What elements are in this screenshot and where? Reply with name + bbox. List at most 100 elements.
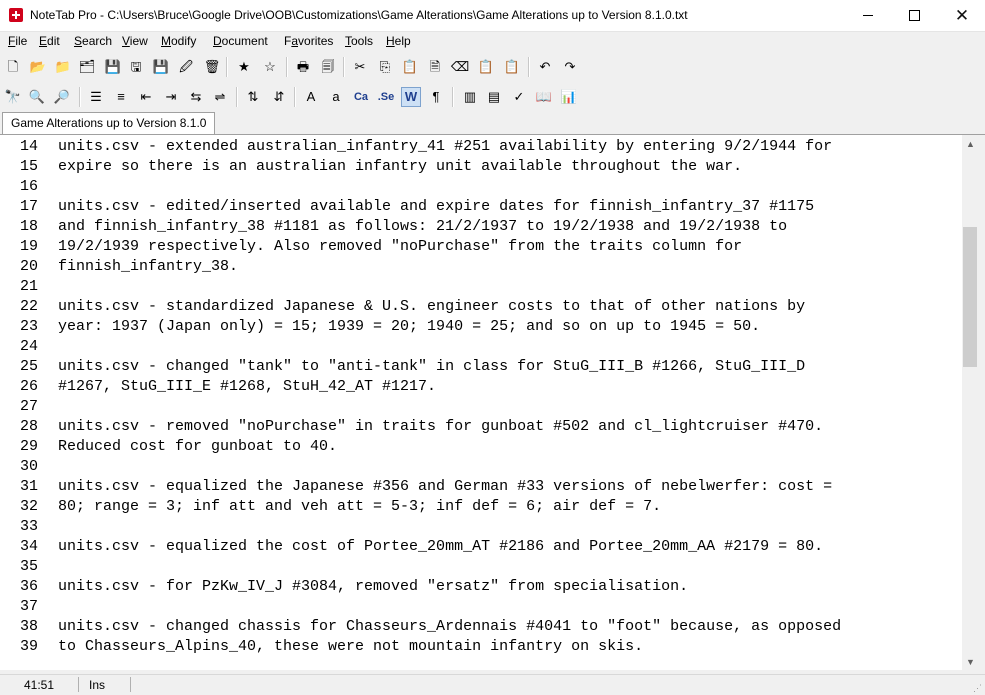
editor-line[interactable]: 36 units.csv - for PzKw_IV_J #3084, remov… — [0, 577, 962, 597]
menu-edit[interactable]: Edit — [39, 34, 60, 48]
indent-icon[interactable]: ⇥ — [162, 88, 180, 106]
editor-line[interactable]: 14 units.csv - extended australian_infant… — [0, 137, 962, 157]
eraser-icon[interactable]: ⌫ — [451, 58, 469, 76]
sort-descending-icon[interactable]: ⇵ — [270, 88, 288, 106]
editor-line[interactable]: 23 year: 1937 (Japan only) = 15; 1939 = 2… — [0, 317, 962, 337]
clipboard-icon[interactable]: 📋 — [477, 58, 495, 76]
line-text[interactable]: units.csv - for PzKw_IV_J #3084, removed… — [58, 577, 688, 597]
editor-line[interactable]: 18 and finnish_infantry_38 #1181 as follo… — [0, 217, 962, 237]
editor-line[interactable]: 37 — [0, 597, 962, 617]
editor-line[interactable]: 25 units.csv - changed "tank" to "anti-ta… — [0, 357, 962, 377]
bullet-list-icon[interactable]: ☰ — [87, 88, 105, 106]
editor-line[interactable]: 39 to Chasseurs_Alpins_40, these were not… — [0, 637, 962, 657]
editor-line[interactable]: 34 units.csv - equalized the cost of Port… — [0, 537, 962, 557]
editor-line[interactable]: 27 — [0, 397, 962, 417]
line-text[interactable]: units.csv - changed chassis for Chasseur… — [58, 617, 841, 637]
line-text[interactable]: units.csv - removed "noPurchase" in trai… — [58, 417, 823, 437]
line-text[interactable]: to Chasseurs_Alpins_40, these were not m… — [58, 637, 643, 657]
line-text[interactable]: #1267, StuG_III_E #1268, StuH_42_AT #121… — [58, 377, 436, 397]
editor-line[interactable]: 32 80; range = 3; inf att and veh att = 5… — [0, 497, 962, 517]
columns-icon[interactable]: ▥ — [461, 88, 479, 106]
editor-line[interactable]: 31 units.csv - equalized the Japanese #35… — [0, 477, 962, 497]
scrollbar-thumb[interactable] — [963, 227, 977, 367]
menu-modify[interactable]: Modify — [161, 34, 196, 48]
editor-line[interactable]: 21 — [0, 277, 962, 297]
print-preview-icon[interactable]: 🗐 — [319, 58, 337, 76]
wrap-icon[interactable]: ⇌ — [211, 88, 229, 106]
paste-special-icon[interactable]: 🗎 — [426, 58, 444, 76]
minimize-button[interactable] — [845, 0, 891, 31]
menu-document[interactable]: Document — [213, 34, 268, 48]
editor-line[interactable]: 22 units.csv - standardized Japanese & U.… — [0, 297, 962, 317]
line-text[interactable]: units.csv - equalized the Japanese #356 … — [58, 477, 832, 497]
sort-ascending-icon[interactable]: ⇅ — [244, 88, 262, 106]
line-text[interactable]: units.csv - standardized Japanese & U.S.… — [58, 297, 805, 317]
vertical-scrollbar[interactable]: ▲ ▼ — [962, 135, 979, 670]
numbered-list-icon[interactable]: ≡ — [112, 88, 130, 106]
spellcheck-icon[interactable]: ✓ — [510, 88, 528, 106]
tab-game-alterations[interactable]: Game Alterations up to Version 8.1.0 — [2, 112, 216, 134]
editor-line[interactable]: 30 — [0, 457, 962, 477]
open-multiple-icon[interactable]: 🗂 — [78, 58, 96, 76]
line-text[interactable]: units.csv - extended australian_infantry… — [58, 137, 832, 157]
resize-grip-icon[interactable]: ⋰ — [973, 683, 983, 693]
find-next-icon[interactable]: 🔎 — [53, 88, 71, 106]
print-icon[interactable]: 🖶 — [294, 58, 312, 76]
line-text[interactable]: expire so there is an australian infantr… — [58, 157, 742, 177]
save-icon[interactable]: 💾 — [104, 58, 122, 76]
editor-line[interactable]: 33 — [0, 517, 962, 537]
scroll-up-arrow-icon[interactable]: ▲ — [962, 135, 979, 152]
paste-icon[interactable]: 📋 — [401, 58, 419, 76]
text-editor[interactable]: 14 units.csv - extended australian_infant… — [0, 135, 962, 670]
line-text[interactable]: and finnish_infantry_38 #1181 as follows… — [58, 217, 787, 237]
menu-help[interactable]: Help — [386, 34, 411, 48]
editor-line[interactable]: 19 19/2/1939 respectively. Also removed "… — [0, 237, 962, 257]
clipboard-alt-icon[interactable]: 📋 — [503, 58, 521, 76]
menu-tools[interactable]: Tools — [345, 34, 373, 48]
outline-icon[interactable]: ▤ — [485, 88, 503, 106]
line-text[interactable]: units.csv - equalized the cost of Portee… — [58, 537, 823, 557]
menu-view[interactable]: View — [122, 34, 148, 48]
line-text[interactable]: units.csv - edited/inserted available an… — [58, 197, 814, 217]
menu-favorites[interactable]: Favorites — [284, 34, 333, 48]
line-text[interactable]: Reduced cost for gunboat to 40. — [58, 437, 337, 457]
menu-search[interactable]: Search — [74, 34, 112, 48]
pilcrow-icon[interactable]: ¶ — [427, 88, 445, 106]
app-icon[interactable] — [9, 8, 23, 22]
undo-icon[interactable]: ↶ — [536, 58, 554, 76]
save-edit-icon[interactable]: 🖉 — [177, 58, 195, 76]
line-text[interactable]: units.csv - changed "tank" to "anti-tank… — [58, 357, 805, 377]
close-button[interactable]: ✕ — [939, 0, 985, 31]
editor-line[interactable]: 16 — [0, 177, 962, 197]
editor-line[interactable]: 15 expire so there is an australian infan… — [0, 157, 962, 177]
new-document-icon[interactable]: 🗋 — [4, 58, 22, 76]
menu-file[interactable]: File — [8, 34, 27, 48]
save-as-icon[interactable]: 💾 — [152, 58, 170, 76]
uppercase-icon[interactable]: A — [302, 88, 320, 106]
editor-line[interactable]: 29 Reduced cost for gunboat to 40. — [0, 437, 962, 457]
book-icon[interactable]: 📖 — [535, 88, 553, 106]
copy-icon[interactable]: ⎘ — [376, 58, 394, 76]
scroll-down-arrow-icon[interactable]: ▼ — [962, 653, 979, 670]
editor-line[interactable]: 17 units.csv - edited/inserted available … — [0, 197, 962, 217]
editor-line[interactable]: 20 finnish_infantry_38. — [0, 257, 962, 277]
editor-line[interactable]: 35 — [0, 557, 962, 577]
redo-icon[interactable]: ↷ — [561, 58, 579, 76]
find-replace-icon[interactable]: 🔍 — [28, 88, 46, 106]
cut-icon[interactable]: ✂ — [351, 58, 369, 76]
line-text[interactable]: year: 1937 (Japan only) = 15; 1939 = 20;… — [58, 317, 760, 337]
editor-line[interactable]: 28 units.csv - removed "noPurchase" in tr… — [0, 417, 962, 437]
lowercase-icon[interactable]: a — [327, 88, 345, 106]
align-icon[interactable]: ⇆ — [187, 88, 205, 106]
trash-icon[interactable]: 🗑 — [203, 58, 221, 76]
line-text[interactable]: finnish_infantry_38. — [58, 257, 238, 277]
maximize-button[interactable] — [891, 0, 937, 31]
line-text[interactable]: 80; range = 3; inf att and veh att = 5-3… — [58, 497, 661, 517]
statistics-icon[interactable]: 📊 — [560, 88, 578, 106]
favorites-add-icon[interactable]: ★ — [235, 58, 253, 76]
save-all-icon[interactable]: 🖫 — [127, 58, 145, 76]
editor-line[interactable]: 24 — [0, 337, 962, 357]
sentence-case-icon[interactable]: .Se — [377, 88, 395, 106]
capitalize-icon[interactable]: Ca — [352, 88, 370, 106]
open-folder-alt-icon[interactable]: 📁 — [54, 58, 72, 76]
